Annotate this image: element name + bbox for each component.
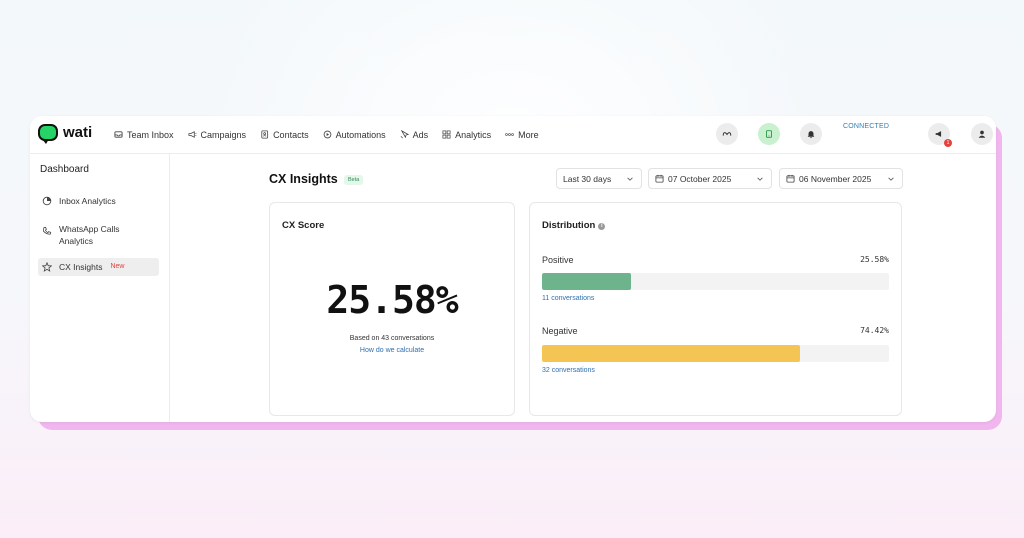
sidebar-item-cx-insights[interactable]: CX Insights New <box>38 258 159 276</box>
automation-icon <box>323 130 332 139</box>
distribution-track-negative <box>542 345 889 362</box>
distribution-title-text: Distribution <box>542 220 596 231</box>
nav-automations[interactable]: Automations <box>323 130 386 140</box>
cx-score-basis: Based on 43 conversations <box>349 335 435 342</box>
meta-button[interactable] <box>716 123 738 145</box>
start-date-picker[interactable]: 07 October 2025 <box>648 168 772 189</box>
nav-label: More <box>518 129 539 140</box>
calendar-icon <box>786 174 795 183</box>
beta-badge: Beta <box>344 175 364 185</box>
wati-logo[interactable]: wati <box>38 124 93 144</box>
user-icon <box>978 130 986 138</box>
notification-count-badge: 1 <box>944 139 952 147</box>
nav-analytics[interactable]: Analytics <box>442 130 491 140</box>
contacts-icon <box>260 130 269 139</box>
cx-score-value: 25.58% <box>326 278 458 322</box>
distribution-track-positive <box>542 273 889 290</box>
connection-status: CONNECTED <box>843 123 890 130</box>
cx-score-title: CX Score <box>282 220 325 231</box>
sidebar-title: Dashboard <box>40 164 89 175</box>
nav-team-inbox[interactable]: Team Inbox <box>114 130 174 140</box>
date-range-select[interactable]: Last 30 days <box>556 168 642 189</box>
chevron-down-icon <box>888 177 894 181</box>
distribution-percent-negative: 74.42% <box>860 326 889 335</box>
dots-icon <box>505 130 515 139</box>
nav-label: Automations <box>335 129 386 140</box>
sidebar-item-inbox-analytics[interactable]: Inbox Analytics <box>38 192 159 210</box>
app-window: wati Team Inbox Campaigns Contacts Autom… <box>30 116 996 422</box>
distribution-bar-positive <box>542 273 631 290</box>
nav-more[interactable]: More <box>505 130 539 140</box>
distribution-card: Distribution i Positive 25.58% 11 convers… <box>529 202 902 416</box>
how-we-calculate-link[interactable]: How do we calculate <box>270 347 514 354</box>
nav-label: Ads <box>412 129 429 140</box>
notifications-button[interactable] <box>800 123 822 145</box>
date-range-value: Last 30 days <box>563 173 612 184</box>
tablet-icon <box>766 130 772 138</box>
nav-ads[interactable]: Ads <box>400 129 429 140</box>
end-date-value: 06 November 2025 <box>799 173 872 184</box>
distribution-percent-positive: 25.58% <box>860 255 889 264</box>
user-avatar-button[interactable] <box>971 123 993 145</box>
whatsapp-status-button[interactable] <box>758 123 780 145</box>
distribution-bar-negative <box>542 345 801 362</box>
distribution-title: Distribution i <box>542 220 606 231</box>
distribution-label-positive: Positive <box>542 255 574 265</box>
chevron-down-icon <box>757 177 763 181</box>
calendar-icon <box>655 174 664 183</box>
nav-label: Contacts <box>273 129 309 140</box>
cx-score-card: CX Score 25.58% Based on 43 conversation… <box>269 202 515 416</box>
negative-conversations-link[interactable]: 32 conversations <box>542 367 595 374</box>
sidebar-item-label: WhatsApp Calls Analytics <box>59 224 120 246</box>
info-icon[interactable]: i <box>598 223 606 230</box>
phone-icon <box>42 226 52 236</box>
star-icon <box>41 261 53 272</box>
start-date-value: 07 October 2025 <box>668 173 732 184</box>
sidebar-item-label: Inbox Analytics <box>59 196 116 206</box>
announcements-button[interactable]: 1 <box>928 123 952 147</box>
sidebar: Dashboard Inbox Analytics WhatsApp Calls… <box>30 154 170 422</box>
nav-contacts[interactable]: Contacts <box>260 130 309 140</box>
grid-icon <box>442 130 451 139</box>
sidebar-item-whatsapp-calls-analytics[interactable]: WhatsApp Calls Analytics <box>38 219 148 251</box>
bell-icon <box>807 131 815 139</box>
nav-label: Analytics <box>455 129 492 140</box>
distribution-label-negative: Negative <box>542 326 578 336</box>
meta-icon <box>722 132 732 136</box>
new-badge: New <box>110 263 125 270</box>
sidebar-item-label: CX Insights <box>59 262 103 272</box>
pie-chart-icon <box>42 196 52 206</box>
logo-text: wati <box>63 124 93 141</box>
inbox-icon <box>114 130 123 139</box>
megaphone-icon <box>935 131 942 137</box>
top-navigation-bar: wati Team Inbox Campaigns Contacts Autom… <box>30 116 996 154</box>
positive-conversations-link[interactable]: 11 conversations <box>542 295 594 302</box>
megaphone-icon <box>188 130 197 139</box>
ads-icon <box>400 130 409 139</box>
main-nav: Team Inbox Campaigns Contacts Automation… <box>114 116 553 153</box>
chat-bubble-logo-icon <box>38 124 58 144</box>
end-date-picker[interactable]: 06 November 2025 <box>779 168 903 189</box>
nav-label: Team Inbox <box>127 129 174 140</box>
chevron-down-icon <box>627 177 633 181</box>
page-title: CX Insights <box>269 172 338 186</box>
nav-label: Campaigns <box>200 129 247 140</box>
nav-campaigns[interactable]: Campaigns <box>188 129 247 140</box>
